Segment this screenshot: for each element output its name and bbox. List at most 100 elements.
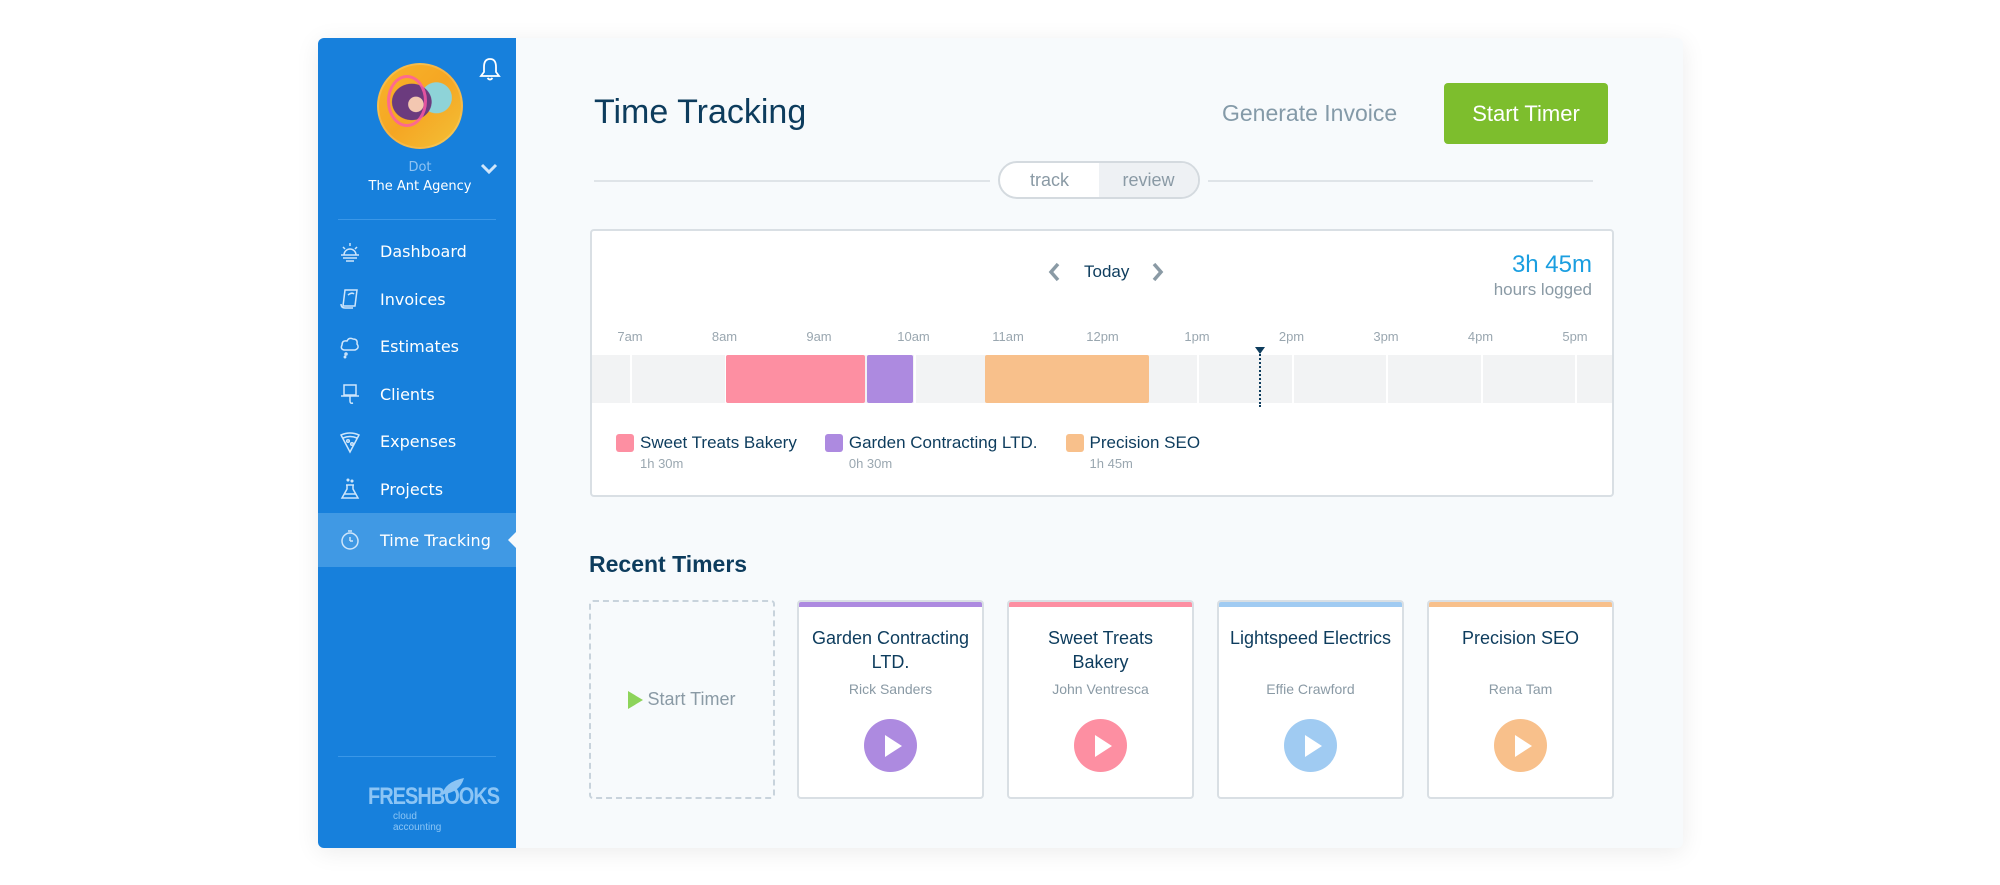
play-icon <box>628 690 644 709</box>
sidebar: Dot The Ant Agency Dashboard Invoices Es… <box>318 38 516 848</box>
legend-duration: 1h 30m <box>640 456 684 471</box>
card-color-bar <box>799 602 982 607</box>
chevron-right-icon[interactable] <box>1151 261 1165 283</box>
play-icon <box>1514 734 1532 757</box>
sidebar-item-label: Invoices <box>380 289 446 309</box>
legend-name: Sweet Treats Bakery <box>640 433 797 452</box>
recent-timers-title: Recent Timers <box>589 551 748 577</box>
legend-duration: 0h 30m <box>848 456 893 471</box>
logo-wordmark: FRESHBOOKS <box>368 783 500 811</box>
sidebar-item-label: Projects <box>380 479 444 499</box>
timeline-hour-separator <box>913 355 916 403</box>
sidebar-nav: Dashboard Invoices Estimates Clients Exp… <box>318 228 516 567</box>
timeline-hour-label: 1pm <box>1184 329 1210 344</box>
sidebar-item-label: Expenses <box>380 432 457 452</box>
legend-item: Sweet Treats Bakery 1h 30m <box>616 433 797 471</box>
freshbooks-logo[interactable]: FRESHBOOKS cloud accounting <box>368 776 500 833</box>
timeline-hour-label: 4pm <box>1467 329 1494 344</box>
timeline-day-label: Today <box>1084 262 1130 281</box>
card-client-name: Precision SEO <box>1461 628 1580 648</box>
recent-timer-card[interactable]: Garden Contracting LTD. Rick Sanders <box>797 600 984 799</box>
hours-logged-total: 3h 45m <box>1511 251 1592 278</box>
project-flask-icon <box>338 477 362 501</box>
card-client-name: Sweet Treats Bakery <box>1047 628 1154 672</box>
timeline-hour-separator <box>1197 355 1199 403</box>
timeline-hour-separator <box>630 355 632 403</box>
timeline-legend: Sweet Treats Bakery 1h 30m Garden Contract… <box>616 433 1228 471</box>
generate-invoice-link[interactable]: Generate Invoice <box>1222 100 1397 127</box>
sidebar-item-label: Clients <box>380 384 435 404</box>
recent-timer-card[interactable]: Lightspeed Electrics Effie Crawford <box>1217 600 1404 799</box>
toggle-track[interactable]: track <box>1000 163 1099 197</box>
timeline-hour-label: 10am <box>897 329 930 344</box>
legend-duration: 1h 45m <box>1089 456 1133 471</box>
avatar[interactable] <box>377 63 463 149</box>
play-button[interactable] <box>864 719 917 772</box>
legend-item: Garden Contracting LTD. 0h 30m <box>824 433 1038 471</box>
timeline-hour-label: 12pm <box>1086 329 1119 344</box>
sidebar-item-clients[interactable]: Clients <box>318 371 516 419</box>
sidebar-item-expenses[interactable]: Expenses <box>318 418 516 466</box>
avatar-decoration <box>387 75 427 127</box>
sidebar-item-projects[interactable]: Projects <box>318 466 516 514</box>
timeline-hour-labels: 7am 8am 9am 10am 11am 12pm 1pm 2pm 3pm 4pm 5pm <box>592 329 1612 349</box>
sidebar-item-label: Time Tracking <box>380 530 491 550</box>
chevron-left-icon[interactable] <box>1047 261 1061 283</box>
timeline-hour-label: 7am <box>617 329 643 344</box>
stopwatch-icon <box>338 528 362 552</box>
recent-timer-card[interactable]: Precision SEO Rena Tam <box>1427 600 1614 799</box>
play-icon <box>1304 734 1322 757</box>
timeline-hour-separator <box>1575 355 1577 403</box>
timeline-hour-separator <box>1386 355 1388 403</box>
card-person-name: John Ventresca <box>1052 681 1149 697</box>
legend-swatch <box>1065 434 1084 452</box>
sidebar-item-invoices[interactable]: Invoices <box>318 276 516 324</box>
card-client-name: Garden Contracting LTD. <box>811 628 970 672</box>
sidebar-item-time-tracking[interactable]: Time Tracking <box>318 513 516 567</box>
timeline-entry[interactable] <box>867 355 913 403</box>
card-color-bar <box>1429 602 1612 607</box>
start-timer-button[interactable]: Start Timer <box>1444 83 1608 144</box>
timeline-card: Today 3h 45m hours logged 7am 8am 9am 10am 1… <box>590 229 1614 497</box>
legend-name: Garden Contracting LTD. <box>848 433 1038 452</box>
hours-logged-label: hours logged <box>1493 280 1592 299</box>
card-color-bar <box>1009 602 1192 607</box>
recent-timer-card[interactable]: Sweet Treats Bakery John Ventresca <box>1007 600 1194 799</box>
sidebar-item-estimates[interactable]: Estimates <box>318 323 516 371</box>
timeline-hour-label: 8am <box>711 329 738 344</box>
timeline-entry[interactable] <box>985 355 1149 403</box>
chevron-down-icon[interactable] <box>480 162 498 176</box>
card-color-bar <box>1219 602 1402 607</box>
current-time-marker <box>1259 347 1262 407</box>
sidebar-item-dashboard[interactable]: Dashboard <box>318 228 516 276</box>
sidebar-divider <box>338 756 496 757</box>
main-content: Time Tracking Generate Invoice Start Tim… <box>516 38 1683 848</box>
play-icon <box>884 734 902 757</box>
view-toggle: track review <box>998 161 1200 199</box>
legend-name: Precision SEO <box>1089 433 1201 452</box>
estimate-cloud-icon <box>338 335 362 359</box>
divider-line <box>1208 180 1593 182</box>
play-button[interactable] <box>1074 719 1127 772</box>
bell-icon[interactable] <box>478 56 502 82</box>
timeline-hour-label: 5pm <box>1562 329 1588 344</box>
card-person-name: Rena Tam <box>1488 681 1553 697</box>
card-person-name: Rick Sanders <box>848 681 933 697</box>
page-title: Time Tracking <box>594 93 807 131</box>
timeline-hour-label: 2pm <box>1278 329 1305 344</box>
toggle-review[interactable]: review <box>1099 163 1198 197</box>
timeline-hour-separator <box>1480 355 1483 403</box>
new-timer-button[interactable]: Start Timer <box>589 600 775 799</box>
play-button[interactable] <box>1284 719 1337 772</box>
app-window: Dot The Ant Agency Dashboard Invoices Es… <box>318 38 1683 848</box>
timeline-track <box>592 355 1612 403</box>
expense-pizza-icon <box>338 430 362 454</box>
sidebar-item-label: Dashboard <box>380 242 467 262</box>
card-person-name: Effie Crawford <box>1266 681 1355 697</box>
dashboard-sun-icon <box>338 240 362 264</box>
play-button[interactable] <box>1494 719 1547 772</box>
timeline-hour-separator <box>1291 355 1294 403</box>
timeline-entry[interactable] <box>725 355 866 403</box>
legend-swatch <box>616 434 634 452</box>
timeline-hour-label: 3pm <box>1373 329 1399 344</box>
